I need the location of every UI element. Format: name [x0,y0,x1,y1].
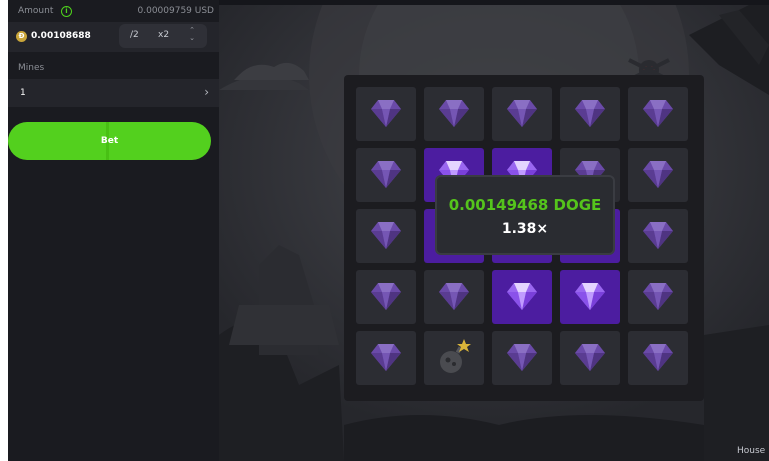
board-tile[interactable] [628,209,688,263]
board-tile[interactable] [356,270,416,324]
amount-input[interactable]: Ð 0.00108688 /2 x2 ⌃ ⌄ [8,22,219,52]
gem-icon [371,283,401,310]
gem-icon [507,283,537,310]
doge-coin-icon: Ð [16,31,27,42]
board-tile[interactable] [492,270,552,324]
gem-icon [643,100,673,127]
game-area: 0.00149468 DOGE 1.38× House E [219,5,769,461]
payout-popup: 0.00149468 DOGE 1.38× [435,175,615,255]
board-tile[interactable] [356,87,416,141]
board-tile[interactable] [560,270,620,324]
gem-icon [643,222,673,249]
amount-header: Amount i 0.00009759 USD [18,6,214,20]
bet-button[interactable]: Bet [8,122,211,160]
board-tile[interactable] [424,270,484,324]
app-window: Amount i 0.00009759 USD Ð 0.00108688 /2 … [8,0,769,461]
amount-label: Amount [18,6,54,16]
board-tile[interactable] [628,331,688,385]
amount-usd: 0.00009759 USD [137,6,215,16]
board-tile[interactable] [628,87,688,141]
gem-icon [575,283,605,310]
payout-multiplier: 1.38× [501,221,549,237]
gem-icon [371,161,401,188]
amount-modifiers: /2 x2 ⌃ ⌄ [119,24,207,48]
board-tile[interactable] [424,87,484,141]
gem-icon [439,283,469,310]
board-tile[interactable] [560,331,620,385]
gem-icon [371,100,401,127]
gem-icon [643,283,673,310]
mines-select[interactable]: 1 › [8,79,219,107]
house-edge-label[interactable]: House E [737,446,769,456]
board-tile[interactable] [356,209,416,263]
board-tile[interactable] [628,270,688,324]
gem-icon [643,161,673,188]
info-icon[interactable]: i [61,6,72,17]
board-tile[interactable] [424,331,484,385]
double-button[interactable]: x2 [158,30,169,40]
board-tile[interactable] [356,331,416,385]
board-tile[interactable] [356,148,416,202]
half-button[interactable]: /2 [130,30,139,40]
bomb-icon [440,339,471,373]
mines-value: 1 [20,88,26,98]
gem-icon [507,344,537,371]
gem-icon [371,344,401,371]
chevron-right-icon: › [204,85,209,99]
board-tile[interactable] [628,148,688,202]
gem-icon [643,344,673,371]
gem-icon [439,100,469,127]
bet-sidebar: Amount i 0.00009759 USD Ð 0.00108688 /2 … [8,0,219,461]
stepper-arrows-icon[interactable]: ⌃ ⌄ [187,26,197,46]
gem-icon [371,222,401,249]
mines-label: Mines [18,63,45,73]
payout-amount: 0.00149468 DOGE [448,196,602,214]
bet-button-label: Bet [100,136,119,146]
gem-icon [507,100,537,127]
board-tile[interactable] [492,87,552,141]
gem-icon [575,344,605,371]
amount-value[interactable]: 0.00108688 [31,31,91,41]
board-tile[interactable] [492,331,552,385]
board-tile[interactable] [560,87,620,141]
gem-icon [575,100,605,127]
